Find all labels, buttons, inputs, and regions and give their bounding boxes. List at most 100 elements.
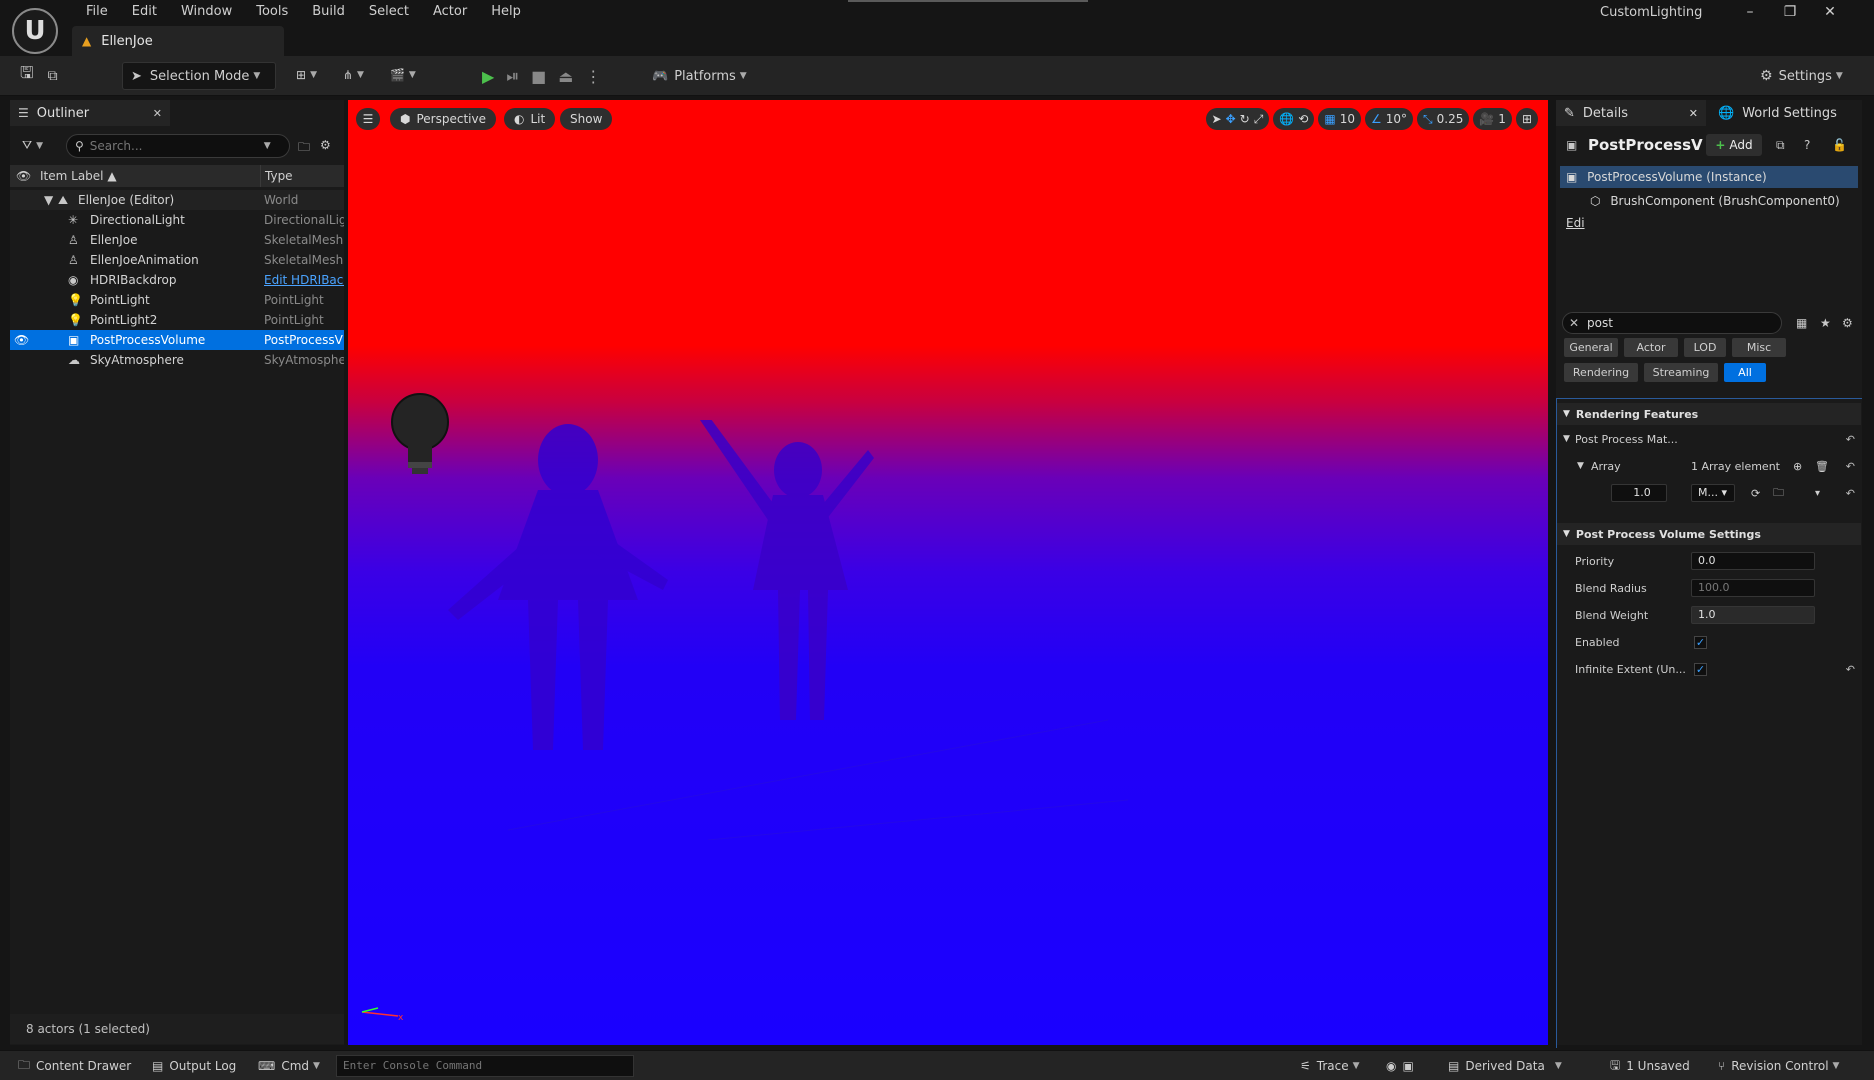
outliner-row[interactable]: 💡 PointLight2 PointLight [10,310,344,330]
chevron-down-icon[interactable]: ▾ [1815,488,1820,499]
visibility-icon[interactable]: 👁 [14,330,29,350]
character-silhouettes[interactable] [408,420,1128,840]
menu-build[interactable]: Build [300,0,357,24]
minimize-icon[interactable]: – [1730,0,1770,24]
stop-icon[interactable]: ■ [531,67,546,86]
blueprint-icon[interactable]: ⋔ ▼ [343,68,364,82]
infinite-extent-checkbox[interactable]: ✓ [1694,662,1707,676]
level-tab[interactable]: ▲ EllenJoe [72,26,284,56]
cmd-dropdown[interactable]: ⌨ Cmd ▼ [258,1051,320,1080]
menu-actor[interactable]: Actor [421,0,479,24]
platforms-dropdown[interactable]: 🎮 Platforms ▼ [644,62,755,90]
rotate-tool-icon[interactable]: ↻ [1240,112,1250,126]
reset-icon[interactable]: ↶ [1846,433,1855,446]
priority-field[interactable]: 0.0 [1691,552,1815,570]
col-item-label[interactable]: Item Label ▲ [40,165,117,187]
col-type[interactable]: Type [260,165,293,187]
edit-component-link[interactable]: Edi [1566,216,1585,230]
section-pp-volume-settings[interactable]: ▼ Post Process Volume Settings [1557,523,1861,545]
help-icon[interactable]: ? [1804,138,1810,152]
console-command-box[interactable] [336,1055,634,1077]
viewport-menu-button[interactable]: ☰ [356,108,380,130]
restore-icon[interactable]: ❐ [1770,0,1810,24]
lit-button[interactable]: ◐ Lit [504,108,556,130]
material-dropdown[interactable]: M... ▾ [1691,484,1735,502]
eject-icon[interactable]: ⏏ [558,67,573,86]
save-icon[interactable]: 🖫 [20,62,34,89]
reset-icon[interactable]: ↶ [1846,487,1855,500]
prop-array-element[interactable]: 1.0 M... ▾ ⟳ 🗀 ▾ ↶ [1557,481,1861,505]
scale-snap-toggle[interactable]: ⤡ 0.25 [1417,108,1470,130]
outliner-row[interactable]: ✳ DirectionalLight DirectionalLig [10,210,344,230]
menu-file[interactable]: File [74,0,120,24]
lock-icon[interactable]: 🔓 [1832,138,1847,152]
console-command-input[interactable] [343,1056,633,1076]
details-search[interactable]: ✕ [1562,312,1782,334]
menu-tools[interactable]: Tools [244,0,300,24]
filter-actor[interactable]: Actor [1624,338,1678,357]
enabled-checkbox[interactable]: ✓ [1694,635,1707,649]
rotation-snap-toggle[interactable]: ∠ 10° [1364,108,1414,130]
filter-streaming[interactable]: Streaming [1644,363,1718,382]
close-tab-icon[interactable]: ✕ [153,107,162,120]
outliner-row[interactable]: ☁ SkyAtmosphere SkyAtmosphe [10,350,344,370]
unreal-logo-icon[interactable]: U [12,8,58,54]
component-row-selected[interactable]: ▣ PostProcessVolume (Instance) [1560,166,1858,188]
close-window-icon[interactable]: ✕ [1810,0,1850,24]
content-drawer-button[interactable]: 🗀 Content Drawer [18,1051,131,1080]
browse-asset-icon[interactable]: ⟳ [1751,487,1760,500]
outliner-row-world[interactable]: ▼ ⛰ EllenJoe (Editor) World [10,190,344,210]
select-tool-icon[interactable]: ➤ [1212,112,1222,126]
close-tab-icon[interactable]: ✕ [1689,107,1698,120]
delete-icon[interactable]: 🗑 [1815,460,1829,473]
expand-arrow-icon[interactable]: ▼ [44,190,53,210]
cinematics-icon[interactable]: 🎬 ▼ [390,68,416,82]
camera-speed-button[interactable]: 🎥 1 [1473,108,1512,130]
details-tab[interactable]: ✎ Details ✕ [1556,100,1706,126]
prop-pp-materials[interactable]: ▼ Post Process Mat... ↶ [1557,427,1861,451]
table-view-icon[interactable]: ▦ [1796,316,1807,330]
filter-icon[interactable]: ⛛ ▼ [22,138,43,153]
outliner-settings-icon[interactable]: ⚙ [320,138,331,152]
filter-lod[interactable]: LOD [1684,338,1726,357]
blend-weight-slider[interactable]: 1.0 [1691,606,1815,624]
reset-icon[interactable]: ↶ [1846,663,1855,676]
revision-control-dropdown[interactable]: ⑂ Revision Control ▼ [1718,1051,1839,1080]
world-coords-icon[interactable]: 🌐 [1279,112,1294,126]
scale-tool-icon[interactable]: ⤢ [1254,112,1264,127]
filter-general[interactable]: General [1564,338,1618,357]
details-settings-icon[interactable]: ⚙ [1842,316,1853,330]
visibility-icon[interactable]: 👁 [16,165,31,187]
menu-edit[interactable]: Edit [120,0,169,24]
filter-misc[interactable]: Misc [1732,338,1786,357]
actor-name-field[interactable]: PostProcessV [1588,136,1703,154]
viewport-layout-button[interactable]: ⊞ [1515,108,1538,130]
more-options-icon[interactable]: ⋮ [585,67,601,86]
blend-radius-field[interactable]: 100.0 [1691,579,1815,597]
details-search-input[interactable] [1587,313,1767,333]
filter-all[interactable]: All [1724,363,1766,382]
menu-window[interactable]: Window [169,0,244,24]
menu-select[interactable]: Select [357,0,421,24]
outliner-row[interactable]: 💡 PointLight PointLight [10,290,344,310]
new-folder-icon[interactable]: 🗀 [298,138,310,159]
step-icon[interactable]: ⏯ [506,66,519,86]
outliner-row[interactable]: ◉ HDRIBackdrop Edit HDRIBacl [10,270,344,290]
selection-mode-dropdown[interactable]: ➤ Selection Mode ▼ [122,62,276,90]
derived-data-dropdown[interactable]: ▤ Derived Data ▼ [1448,1051,1562,1080]
array-weight-field[interactable]: 1.0 [1611,484,1667,502]
outliner-row[interactable]: ♙ EllenJoe SkeletalMesh [10,230,344,250]
outliner-search[interactable]: ⚲ ▼ [66,134,290,158]
reset-icon[interactable]: ↶ [1846,460,1855,473]
trace-dropdown[interactable]: ⚟ Trace ▼ [1300,1051,1360,1080]
outliner-row-selected[interactable]: 👁 ▣ PostProcessVolume PostProcessV [10,330,344,350]
component-row[interactable]: ⬡ BrushComponent (BrushComponent0) Edi [1560,190,1858,230]
add-actor-icon[interactable]: ⊞ ▼ [296,68,317,82]
menu-help[interactable]: Help [479,0,533,24]
move-tool-icon[interactable]: ✥ [1226,112,1236,126]
chevron-down-icon[interactable]: ▼ [264,141,271,151]
prop-array[interactable]: ▼ Array 1 Array element ⊕ 🗑 ↶ [1557,454,1861,478]
output-log-button[interactable]: ▤ Output Log [152,1051,236,1080]
show-button[interactable]: Show [560,108,613,130]
clear-search-icon[interactable]: ✕ [1569,316,1579,330]
